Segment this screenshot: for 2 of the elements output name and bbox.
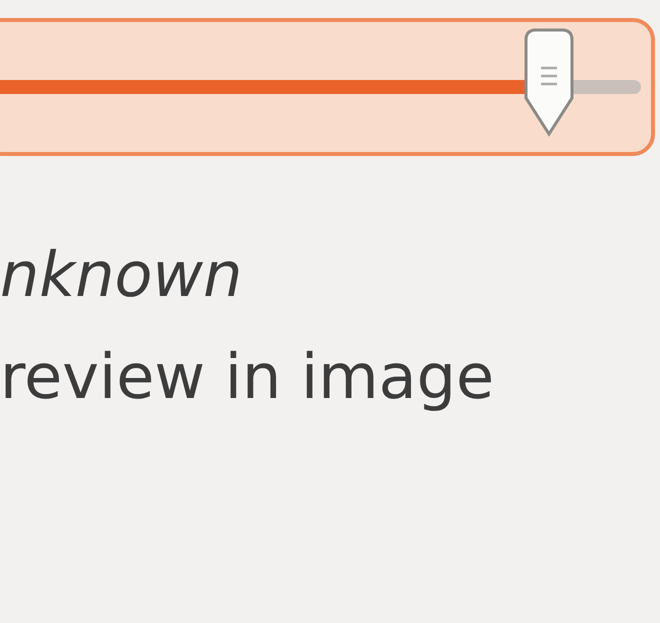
label-text: review in image bbox=[0, 340, 494, 415]
label-text: nknown bbox=[0, 238, 242, 312]
